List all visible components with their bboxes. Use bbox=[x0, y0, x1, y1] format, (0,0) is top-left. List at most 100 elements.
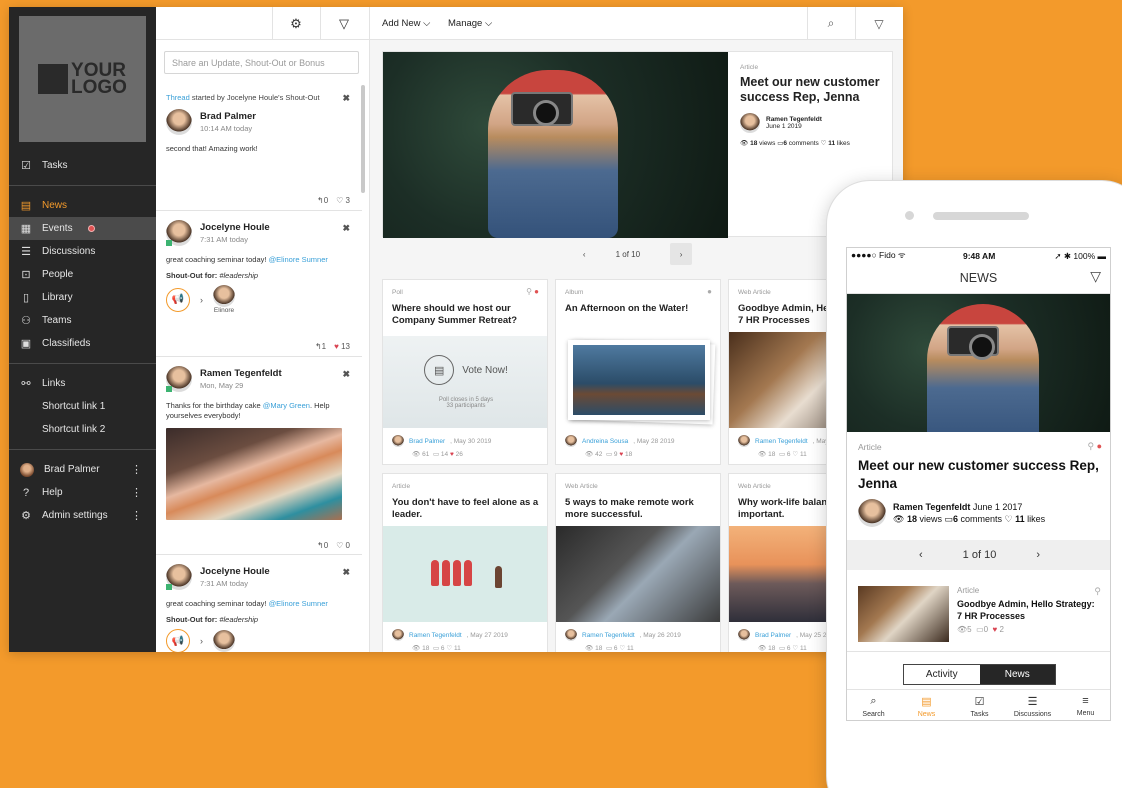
kebab-menu-icon[interactable]: ⋮ bbox=[131, 509, 142, 522]
news-card-web-article[interactable]: Web Article 5 ways to make remote work m… bbox=[555, 473, 721, 652]
filter-icon[interactable]: ▽ bbox=[855, 7, 902, 40]
previous-arrow-icon[interactable]: ‹ bbox=[919, 549, 923, 561]
author-name[interactable]: Jocelyne Houle bbox=[200, 222, 270, 233]
sidebar-item-teams[interactable]: ⚇ Teams bbox=[9, 309, 156, 332]
mobile-featured-image[interactable] bbox=[847, 294, 1110, 432]
close-icon[interactable]: ✖ bbox=[342, 567, 350, 578]
tab-news[interactable]: ▤ News bbox=[900, 690, 953, 720]
sidebar-item-help[interactable]: ? Help ⋮ bbox=[9, 481, 156, 504]
mention-link[interactable]: @Elinore Sumner bbox=[269, 255, 328, 264]
dot-indicator: ● bbox=[707, 287, 712, 296]
eye-icon: 👁 bbox=[957, 625, 968, 634]
company-logo[interactable]: YOUR LOGO bbox=[19, 16, 146, 142]
sidebar-item-news[interactable]: ▤ News bbox=[9, 194, 156, 217]
sidebar-item-events[interactable]: ▦ Events bbox=[9, 217, 156, 240]
sidebar-item-links[interactable]: ⚯ Links bbox=[9, 372, 156, 395]
avatar bbox=[213, 630, 235, 652]
close-icon[interactable]: ✖ bbox=[342, 223, 350, 234]
next-arrow-icon[interactable]: › bbox=[670, 243, 693, 265]
sidebar-item-admin-settings[interactable]: ⚙ Admin settings ⋮ bbox=[9, 504, 156, 527]
news-card-article[interactable]: Article You don't have to feel alone as … bbox=[382, 473, 548, 652]
filter-icon[interactable]: ▽ bbox=[1090, 268, 1101, 285]
filter-icon[interactable]: ▽ bbox=[320, 7, 367, 40]
reply-button[interactable]: ↰1 bbox=[315, 342, 326, 351]
close-icon[interactable]: ✖ bbox=[342, 93, 350, 104]
news-card-poll[interactable]: Poll ⚲ ● Where should we host our Compan… bbox=[382, 279, 548, 465]
sidebar-item-discussions[interactable]: ☰ Discussions bbox=[9, 240, 156, 263]
search-icon[interactable]: ⌕ bbox=[807, 7, 854, 40]
author-name[interactable]: Ramen Tegenfeldt bbox=[200, 368, 282, 379]
share-update-input[interactable]: Share an Update, Shout-Out or Bonus bbox=[164, 51, 359, 74]
bowling-pins-photo[interactable] bbox=[383, 526, 547, 622]
recipient[interactable] bbox=[213, 630, 235, 652]
featured-article-title[interactable]: Meet our new customer success Rep, Jenna bbox=[740, 75, 886, 105]
like-button[interactable]: ♥ 13 bbox=[334, 342, 350, 351]
sidebar-item-classifieds[interactable]: ▣ Classifieds bbox=[9, 332, 156, 355]
feed-post: ✖ Jocelyne Houle 7:31 AM today great coac… bbox=[156, 555, 362, 652]
album-photo-stack[interactable] bbox=[556, 336, 720, 428]
like-button[interactable]: ♡ 3 bbox=[336, 196, 350, 205]
eye-icon: 👁 bbox=[740, 140, 749, 147]
reply-icon: ↰ bbox=[314, 342, 322, 351]
news-card-album[interactable]: Album ● An Afternoon on the Water! Andre… bbox=[555, 279, 721, 465]
tab-tasks[interactable]: ☑ Tasks bbox=[953, 690, 1006, 720]
poll-vote-area[interactable]: ▤ Vote Now! Poll closes in 5 days 33 par… bbox=[383, 336, 547, 428]
avatar[interactable] bbox=[166, 366, 192, 392]
mention-link[interactable]: @Elinore Sumner bbox=[269, 599, 328, 608]
tab-menu[interactable]: ≡ Menu bbox=[1059, 690, 1110, 720]
next-arrow-icon[interactable]: › bbox=[1036, 549, 1040, 561]
author-name[interactable]: Brad Palmer bbox=[200, 111, 256, 122]
sidebar-item-tasks[interactable]: ☑ Tasks bbox=[9, 154, 156, 177]
post-photo-birthday-cake[interactable] bbox=[166, 428, 342, 520]
pin-icon[interactable]: ⚲ bbox=[1094, 586, 1101, 597]
comment-icon: ▭ bbox=[432, 645, 440, 652]
mobile-list-item[interactable]: Article ⚲ Goodbye Admin, Hello Strategy:… bbox=[847, 576, 1110, 652]
author-name[interactable]: Ramen Tegenfeldt bbox=[766, 116, 822, 123]
reply-button[interactable]: ↰0 bbox=[317, 196, 328, 205]
vote-now-button[interactable]: Vote Now! bbox=[462, 365, 508, 376]
mention-link[interactable]: @Mary Green bbox=[263, 401, 310, 410]
pin-icon[interactable]: ⚲ ● bbox=[1087, 441, 1102, 452]
gear-icon[interactable]: ⚙ bbox=[272, 7, 319, 40]
remote-worker-photo[interactable] bbox=[556, 526, 720, 622]
avatar[interactable] bbox=[166, 109, 192, 135]
comment-icon: ▭ bbox=[944, 513, 953, 524]
like-button[interactable]: ♡ 0 bbox=[336, 541, 350, 550]
previous-arrow-icon[interactable]: ‹ bbox=[583, 250, 586, 259]
tab-search[interactable]: ⌕ Search bbox=[847, 690, 900, 720]
mobile-featured-article[interactable]: Article ⚲ ● Meet our new customer succes… bbox=[847, 432, 1110, 536]
avatar[interactable] bbox=[858, 499, 886, 527]
avatar bbox=[392, 435, 404, 447]
sidebar-item-people[interactable]: ⊡ People bbox=[9, 263, 156, 286]
tab-discussions[interactable]: ☰ Discussions bbox=[1006, 690, 1059, 720]
manage-dropdown[interactable]: Manage ⌵ bbox=[448, 18, 492, 29]
sidebar-user-profile[interactable]: Brad Palmer ⋮ bbox=[9, 458, 156, 481]
featured-article-text: Article Meet our new customer success Re… bbox=[740, 64, 886, 147]
author-name[interactable]: Jocelyne Houle bbox=[200, 566, 270, 577]
kebab-menu-icon[interactable]: ⋮ bbox=[131, 486, 142, 499]
add-new-dropdown[interactable]: Add New ⌵ bbox=[382, 18, 430, 29]
recipient[interactable]: Elinore bbox=[213, 285, 235, 314]
kebab-menu-icon[interactable]: ⋮ bbox=[131, 463, 142, 476]
avatar[interactable] bbox=[166, 564, 192, 590]
news-main-panel: Add New ⌵ Manage ⌵ ⌕ ▽ Article Meet our … bbox=[370, 7, 903, 652]
logo-text: YOUR LOGO bbox=[71, 60, 127, 98]
pin-icon[interactable]: ⚲ ● bbox=[526, 287, 539, 296]
eye-icon: 👁 bbox=[758, 451, 767, 458]
avatar[interactable] bbox=[166, 220, 192, 246]
featured-article-image[interactable] bbox=[383, 52, 728, 238]
thread-link[interactable]: Thread bbox=[166, 93, 190, 102]
comment-icon: ▭ bbox=[778, 451, 786, 458]
heart-filled-icon: ♥ bbox=[334, 342, 339, 351]
mobile-header: NEWS ▽ bbox=[847, 262, 1110, 294]
reply-button[interactable]: ↰0 bbox=[317, 541, 328, 550]
toggle-news[interactable]: News bbox=[979, 665, 1055, 684]
avatar[interactable] bbox=[740, 113, 760, 133]
sidebar-shortcut-1[interactable]: Shortcut link 1 bbox=[9, 395, 156, 418]
sidebar-shortcut-2[interactable]: Shortcut link 2 bbox=[9, 418, 156, 441]
sidebar-item-library[interactable]: ▯ Library bbox=[9, 286, 156, 309]
featured-article[interactable]: Article Meet our new customer success Re… bbox=[382, 51, 893, 238]
article-category: Article bbox=[740, 64, 759, 71]
close-icon[interactable]: ✖ bbox=[342, 369, 350, 380]
toggle-activity[interactable]: Activity bbox=[904, 665, 980, 684]
